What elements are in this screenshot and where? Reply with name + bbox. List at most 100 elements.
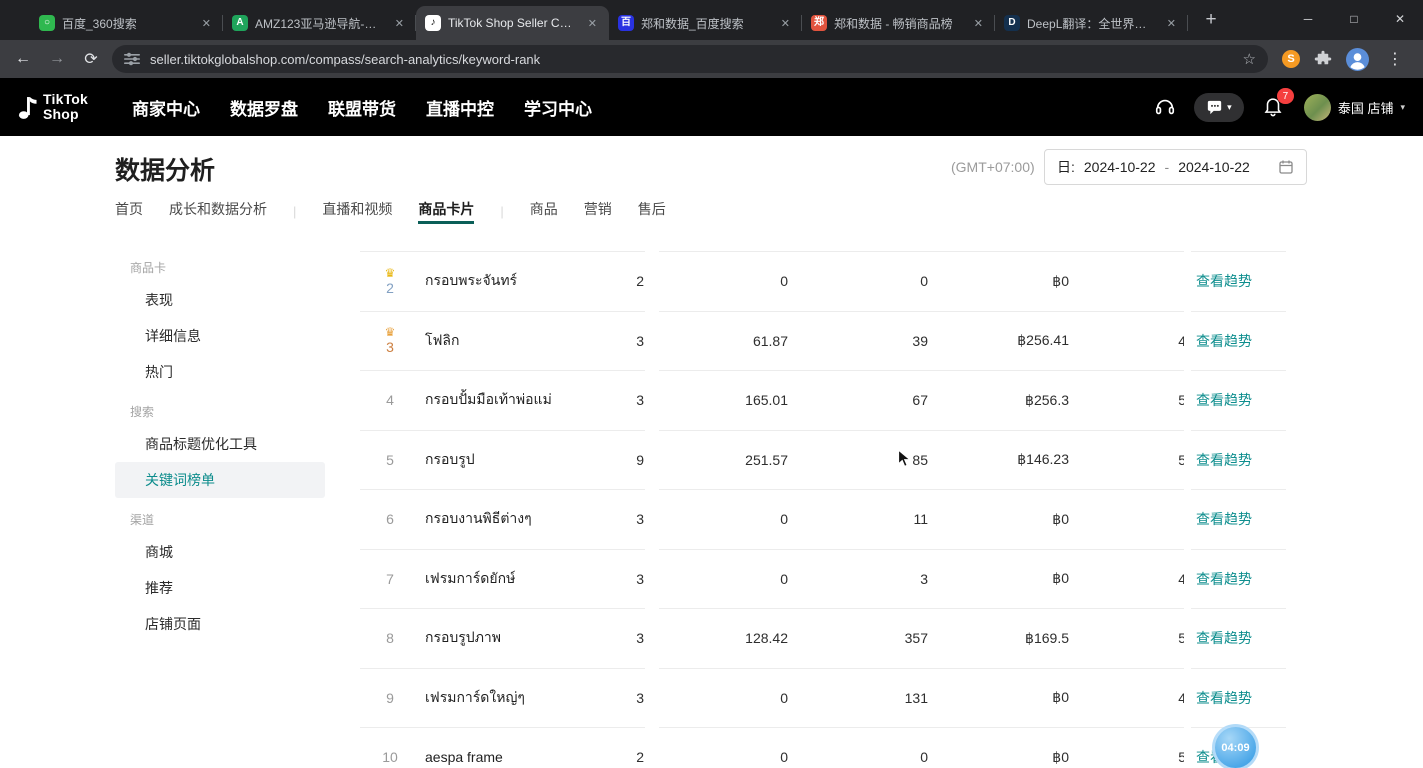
tiktok-shop-logo[interactable]: TikTok Shop xyxy=(18,92,110,122)
analytics-tab[interactable]: 首页 xyxy=(115,198,143,224)
messages-button[interactable]: ▾ xyxy=(1194,93,1244,122)
view-trend-link[interactable]: 查看趋势 xyxy=(1196,371,1252,430)
tab-title: AMZ123亚马逊导航-跨境 xyxy=(255,15,385,32)
browser-tab[interactable]: 百 郑和数据_百度搜索 ✕ xyxy=(609,6,802,40)
new-tab-button[interactable]: + xyxy=(1198,9,1224,31)
browser-tab[interactable]: 郑 郑和数据 - 畅销商品榜 ✕ xyxy=(802,6,995,40)
tab-favicon-icon: A xyxy=(232,15,248,31)
sidebar-item[interactable]: 热门 xyxy=(115,354,325,390)
table-row: ♛ 10 aespa frame 2 0 0 ฿0 5 查看趋势 xyxy=(360,728,1286,768)
view-trend-link[interactable]: 查看趋势 xyxy=(1196,490,1252,549)
analytics-tab[interactable]: 商品卡片 xyxy=(418,198,474,224)
notification-badge: 7 xyxy=(1277,88,1294,104)
window-close-button[interactable]: ✕ xyxy=(1377,0,1423,38)
back-button[interactable]: ← xyxy=(10,50,36,68)
value-cell-1: 0 xyxy=(660,252,788,311)
seller-nav-item[interactable]: 联盟带货 xyxy=(328,95,396,120)
value-cell-3: ฿256.3 xyxy=(936,371,1069,430)
address-bar[interactable]: seller.tiktokglobalshop.com/compass/sear… xyxy=(112,45,1268,73)
window-minimize-button[interactable]: ─ xyxy=(1285,0,1331,38)
tab-close-icon[interactable]: ✕ xyxy=(1164,16,1179,31)
tab-favicon-icon: 百 xyxy=(618,15,634,31)
support-headset-icon[interactable] xyxy=(1154,96,1176,118)
table-row: ♛ 8 กรอบรูปภาพ 3 128.42 357 ฿169.5 5 查看趋… xyxy=(360,609,1286,669)
tab-favicon-icon: ○ xyxy=(39,15,55,31)
tab-close-icon[interactable]: ✕ xyxy=(585,16,600,31)
sidebar-item[interactable]: 推荐 xyxy=(115,570,325,606)
site-settings-icon[interactable] xyxy=(124,51,140,67)
seller-nav-item[interactable]: 数据罗盘 xyxy=(230,95,298,120)
forward-button[interactable]: → xyxy=(44,50,70,68)
tab-close-icon[interactable]: ✕ xyxy=(971,16,986,31)
browser-tab[interactable]: D DeepL翻译：全世界最准 ✕ xyxy=(995,6,1188,40)
seller-nav-item[interactable]: 直播中控 xyxy=(426,95,494,120)
view-trend-link[interactable]: 查看趋势 xyxy=(1196,431,1252,490)
value-cell-3: ฿169.5 xyxy=(936,609,1069,668)
table-row: ♛ 4 กรอบปั้มมือเท้าพ่อแม่ 3 165.01 67 ฿2… xyxy=(360,371,1286,431)
analytics-tab[interactable]: 营销 xyxy=(584,198,612,224)
browser-tab[interactable]: ○ 百度_360搜索 ✕ xyxy=(30,6,223,40)
window-maximize-button[interactable]: □ xyxy=(1331,0,1377,38)
screen-timer-widget[interactable]: 04:09 xyxy=(1212,724,1259,768)
date-range-picker[interactable]: 日: 2024-10-22 - 2024-10-22 xyxy=(1044,149,1307,185)
sidebar-item[interactable]: 关键词榜单 xyxy=(115,462,325,498)
analytics-tabs: 首页成长和数据分析|直播和视频商品卡片|商品营销售后 xyxy=(115,198,666,224)
view-trend-link[interactable]: 查看趋势 xyxy=(1196,312,1252,371)
rank-number: 9 xyxy=(386,690,394,706)
view-trend-link[interactable]: 查看趋势 xyxy=(1196,669,1252,728)
keyword-cell: กรอบพระจันทร์ xyxy=(425,252,517,311)
table-row: ♛ 5 กรอบรูป 9 251.57 85 ฿146.23 5 查看趋势 xyxy=(360,431,1286,491)
clipped-left-value: 3 xyxy=(520,312,644,371)
sidebar-section-label: 搜索 xyxy=(115,398,325,426)
rank-number: 10 xyxy=(382,749,398,765)
sidebar-item[interactable]: 表现 xyxy=(115,282,325,318)
value-cell-2: 357 xyxy=(800,609,928,668)
browser-tab[interactable]: A AMZ123亚马逊导航-跨境 ✕ xyxy=(223,6,416,40)
sidebar-section-channel: 渠道 商城推荐店铺页面 xyxy=(115,506,325,642)
sidebar-item[interactable]: 商城 xyxy=(115,534,325,570)
seller-nav-item[interactable]: 学习中心 xyxy=(524,95,592,120)
rank-cell: ♛ 6 xyxy=(370,490,410,549)
notifications-button[interactable]: 7 xyxy=(1262,95,1286,119)
analytics-tab[interactable]: 商品 xyxy=(530,198,558,224)
page-content: 数据分析 (GMT+07:00) 日: 2024-10-22 - 2024-10… xyxy=(0,136,1423,768)
date-range-separator: - xyxy=(1165,159,1170,175)
browser-menu-icon[interactable]: ⋮ xyxy=(1383,49,1407,69)
shop-switcher[interactable]: 泰国 店铺 ▾ xyxy=(1304,94,1405,121)
analytics-tab[interactable]: 成长和数据分析 xyxy=(169,198,267,224)
tab-close-icon[interactable]: ✕ xyxy=(392,16,407,31)
extensions-puzzle-icon[interactable] xyxy=(1314,50,1332,68)
seller-nav-menu: 商家中心 数据罗盘 联盟带货 直播中控 学习中心 xyxy=(132,95,592,120)
view-trend-link[interactable]: 查看趋势 xyxy=(1196,252,1252,311)
value-cell-2: 3 xyxy=(800,550,928,609)
rank-cell: ♛ 2 xyxy=(370,252,410,311)
browser-tab[interactable]: ♪ TikTok Shop Seller Cente ✕ xyxy=(416,6,609,40)
sidebar-item[interactable]: 商品标题优化工具 xyxy=(115,426,325,462)
clipped-right-value xyxy=(1142,490,1186,549)
clipped-right-value: 5 xyxy=(1142,609,1186,668)
tab-close-icon[interactable]: ✕ xyxy=(778,16,793,31)
analytics-tab[interactable]: 直播和视频 xyxy=(322,198,392,224)
browser-profile-avatar[interactable] xyxy=(1346,48,1369,71)
keyword-cell: aespa frame xyxy=(425,728,503,768)
clipped-right-value: 4 xyxy=(1142,669,1186,728)
reload-button[interactable]: ⟳ xyxy=(78,49,104,69)
analytics-tab[interactable]: 售后 xyxy=(638,198,666,224)
view-trend-link[interactable]: 查看趋势 xyxy=(1196,550,1252,609)
url-text: seller.tiktokglobalshop.com/compass/sear… xyxy=(150,52,1233,67)
rank-number: 4 xyxy=(386,392,394,408)
value-cell-1: 0 xyxy=(660,490,788,549)
sidebar-item[interactable]: 店铺页面 xyxy=(115,606,325,642)
view-trend-link[interactable]: 查看趋势 xyxy=(1196,609,1252,668)
table-row: ♛ 9 เฟรมการ์ดใหญ่ๆ 3 0 131 ฿0 4 查看趋势 xyxy=(360,669,1286,729)
extension-s-icon[interactable]: S xyxy=(1282,50,1300,68)
rank-cell: ♛ 4 xyxy=(370,371,410,430)
value-cell-1: 0 xyxy=(660,728,788,768)
tab-title: 郑和数据 - 畅销商品榜 xyxy=(834,15,964,32)
bookmark-star-icon[interactable]: ☆ xyxy=(1243,50,1256,68)
tab-close-icon[interactable]: ✕ xyxy=(199,16,214,31)
sidebar-item[interactable]: 详细信息 xyxy=(115,318,325,354)
seller-nav-item[interactable]: 商家中心 xyxy=(132,95,200,120)
value-cell-2: 11 xyxy=(800,490,928,549)
crown-icon: ♛ xyxy=(385,326,396,339)
